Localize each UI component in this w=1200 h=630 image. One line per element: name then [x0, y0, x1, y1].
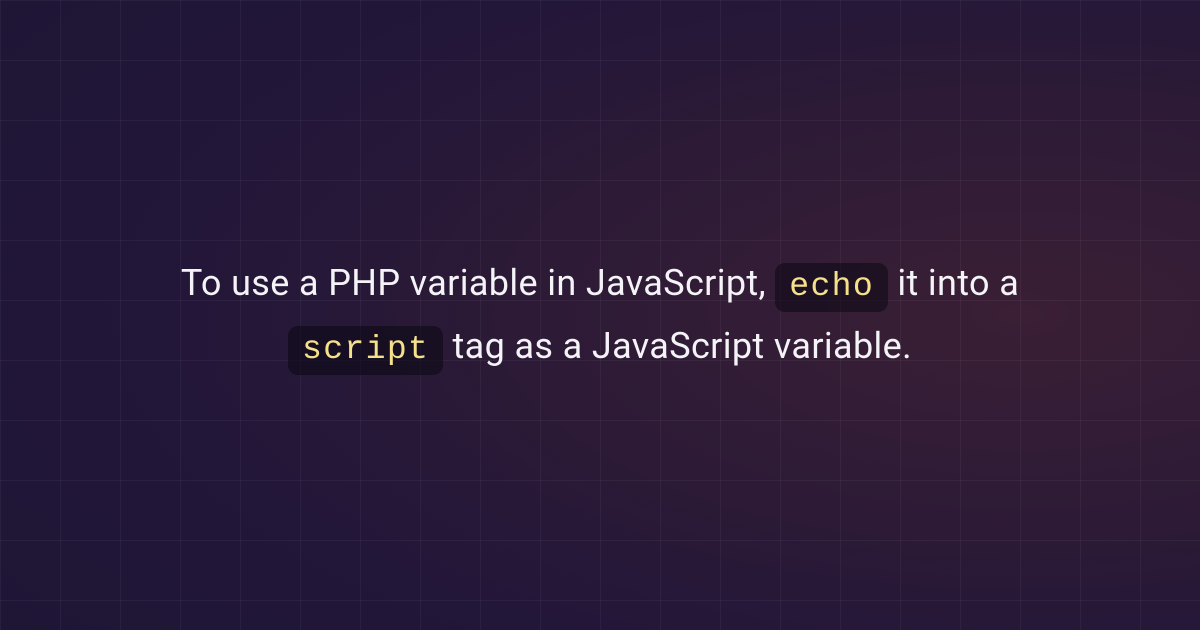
main-text: To use a PHP variable in JavaScript, ech… — [100, 252, 1100, 378]
code-chip-script: script — [288, 326, 443, 375]
code-chip-echo: echo — [775, 263, 888, 312]
text-segment-2: it into a — [897, 262, 1019, 304]
text-segment-1: To use a PHP variable in JavaScript, — [181, 262, 775, 304]
text-segment-3: tag as a JavaScript variable. — [453, 325, 912, 367]
